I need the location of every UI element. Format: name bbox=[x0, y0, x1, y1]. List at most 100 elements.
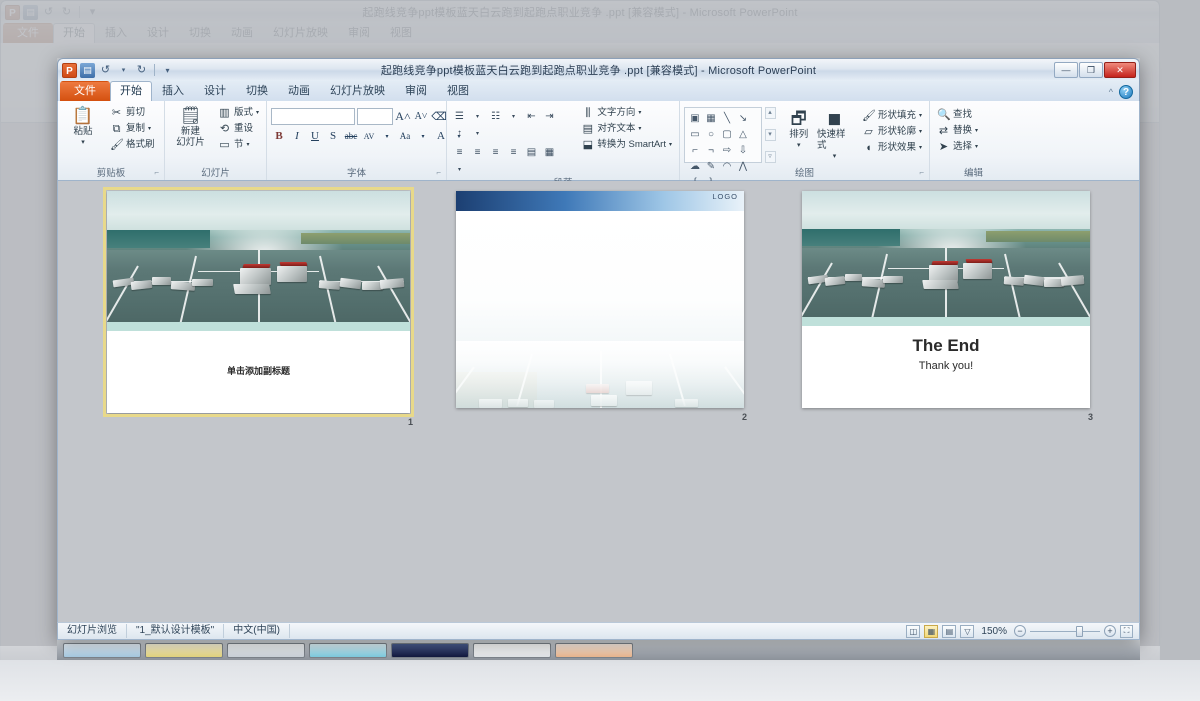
italic-button[interactable]: I bbox=[289, 128, 305, 144]
numbering-button[interactable]: ☷ bbox=[487, 108, 504, 124]
increase-indent-button[interactable]: ⇥ bbox=[541, 108, 558, 124]
zoom-slider-thumb[interactable] bbox=[1076, 625, 1083, 637]
tab-view[interactable]: 视图 bbox=[437, 81, 479, 101]
undo-icon[interactable]: ↺ bbox=[98, 63, 113, 78]
tab-animations[interactable]: 动画 bbox=[278, 81, 320, 101]
rectangle-shape-icon[interactable]: ▭ bbox=[687, 126, 703, 142]
select-button[interactable]: ➤ 选择 ▾ bbox=[934, 139, 981, 154]
shape-effects-button[interactable]: ◖ 形状效果 ▾ bbox=[859, 140, 925, 155]
down-arrow-shape-icon[interactable]: ⇩ bbox=[735, 142, 751, 158]
powerpoint-logo-icon[interactable]: P bbox=[62, 62, 77, 78]
zoom-level[interactable]: 150% bbox=[978, 626, 1010, 637]
align-right-button[interactable]: ≡ bbox=[487, 144, 504, 160]
zoom-in-button[interactable]: + bbox=[1104, 625, 1116, 637]
slide-sorter-workspace[interactable]: 单击添加副标题 1 LOGO 2 The End Thank you! 3 bbox=[57, 181, 1140, 622]
slide-1-frame[interactable]: 单击添加副标题 bbox=[103, 187, 414, 417]
distributed-button[interactable]: ▤ bbox=[523, 144, 540, 160]
justify-button[interactable]: ≡ bbox=[505, 144, 522, 160]
elbow-arrow-icon[interactable]: ¬ bbox=[703, 142, 719, 158]
zoom-out-button[interactable]: − bbox=[1014, 625, 1026, 637]
oval-shape-icon[interactable]: ○ bbox=[703, 126, 719, 142]
columns-dropdown-icon[interactable]: ▾ bbox=[451, 161, 468, 177]
clear-formatting-button[interactable]: ⌫ bbox=[431, 109, 447, 125]
view-slideshow-icon[interactable]: ▽ bbox=[960, 624, 975, 638]
gallery-more-icon[interactable]: ▿ bbox=[764, 151, 776, 163]
gallery-scroll-up-icon[interactable]: ▴ bbox=[764, 107, 776, 119]
arrange-button[interactable]: 🗗 排列 ▾ bbox=[784, 107, 814, 151]
find-button[interactable]: 🔍 查找 bbox=[934, 107, 981, 122]
triangle-shape-icon[interactable]: △ bbox=[735, 126, 751, 142]
shape-outline-button[interactable]: ▱ 形状轮廓 ▾ bbox=[859, 124, 925, 139]
drawing-dialog-launcher[interactable]: ⌐ bbox=[919, 166, 924, 179]
section-button[interactable]: ▭ 节 ▾ bbox=[215, 137, 262, 152]
fit-to-window-button[interactable]: ⛶ bbox=[1120, 624, 1133, 638]
redo-icon[interactable]: ↻ bbox=[134, 63, 149, 78]
desktop-taskbar[interactable] bbox=[57, 640, 1140, 660]
bullets-button[interactable]: ☰ bbox=[451, 108, 468, 124]
slide-thumbnail-1[interactable]: 单击添加副标题 1 bbox=[103, 187, 414, 427]
status-language[interactable]: 中文(中国) bbox=[224, 624, 290, 638]
shrink-font-button[interactable]: A˅ bbox=[413, 109, 429, 125]
status-design-template[interactable]: "1_默认设计模板" bbox=[127, 624, 225, 638]
tab-insert[interactable]: 插入 bbox=[152, 81, 194, 101]
columns-button[interactable]: ▦ bbox=[541, 144, 558, 160]
decrease-indent-button[interactable]: ⇤ bbox=[523, 108, 540, 124]
align-left-button[interactable]: ≡ bbox=[451, 144, 468, 160]
taskbar-item[interactable] bbox=[63, 642, 141, 658]
right-arrow-shape-icon[interactable]: ⇨ bbox=[719, 142, 735, 158]
save-icon[interactable]: ▤ bbox=[80, 62, 95, 78]
cut-button[interactable]: ✂ 剪切 bbox=[107, 105, 158, 120]
taskbar-item[interactable] bbox=[227, 642, 305, 658]
font-dialog-launcher[interactable]: ⌐ bbox=[436, 166, 441, 179]
taskbar-item[interactable] bbox=[309, 642, 387, 658]
tab-transitions[interactable]: 切换 bbox=[236, 81, 278, 101]
gallery-scroll-down-icon[interactable]: ▾ bbox=[764, 129, 776, 141]
status-view-name[interactable]: 幻灯片浏览 bbox=[58, 624, 127, 638]
quick-access-toolbar[interactable]: P ▤ ↺ ▾ ↻ ▾ bbox=[58, 59, 175, 81]
change-case-button[interactable]: Aa bbox=[397, 128, 413, 144]
undo-dropdown-icon[interactable]: ▾ bbox=[116, 63, 131, 78]
line-spacing-dropdown-icon[interactable]: ▾ bbox=[469, 125, 486, 141]
quick-styles-button[interactable]: ◼ 快速样式 ▾ bbox=[817, 107, 852, 162]
vertical-textbox-shape-icon[interactable]: ▦ bbox=[703, 110, 719, 126]
arrow-shape-icon[interactable]: ↘ bbox=[735, 110, 751, 126]
tab-design[interactable]: 设计 bbox=[194, 81, 236, 101]
tab-slideshow[interactable]: 幻灯片放映 bbox=[320, 81, 395, 101]
strikethrough-button[interactable]: abc bbox=[343, 128, 359, 144]
underline-button[interactable]: U bbox=[307, 128, 323, 144]
layout-button[interactable]: ▥ 版式 ▾ bbox=[215, 105, 262, 120]
clipboard-dialog-launcher[interactable]: ⌐ bbox=[154, 166, 159, 179]
character-spacing-button[interactable]: AV bbox=[361, 128, 377, 144]
align-text-button[interactable]: ▤ 对齐文本 ▾ bbox=[578, 121, 675, 136]
view-normal-icon[interactable]: ◫ bbox=[906, 624, 921, 638]
tab-file[interactable]: 文件 bbox=[60, 81, 110, 101]
line-shape-icon[interactable]: ╲ bbox=[719, 110, 735, 126]
taskbar-item[interactable] bbox=[555, 642, 633, 658]
text-shadow-button[interactable]: S bbox=[325, 128, 341, 144]
copy-button[interactable]: ⧉ 复制 ▾ bbox=[107, 121, 158, 136]
taskbar-item[interactable] bbox=[391, 642, 469, 658]
character-spacing-dropdown-icon[interactable]: ▾ bbox=[379, 128, 395, 144]
minimize-button[interactable]: — bbox=[1054, 62, 1078, 78]
slide-thumbnail-3[interactable]: The End Thank you! 3 bbox=[802, 191, 1093, 422]
shape-fill-button[interactable]: 🖌 形状填充 ▾ bbox=[859, 108, 925, 123]
new-slide-button[interactable]: 🗒 新建 幻灯片 bbox=[169, 104, 212, 148]
zoom-slider[interactable] bbox=[1030, 625, 1100, 637]
collapse-ribbon-icon[interactable]: ^ bbox=[1109, 87, 1113, 97]
close-button[interactable]: ✕ bbox=[1104, 62, 1136, 78]
font-name-combo[interactable] bbox=[271, 108, 355, 125]
paste-button[interactable]: 📋 粘贴 ▾ bbox=[62, 104, 104, 148]
help-button[interactable]: ? bbox=[1119, 85, 1133, 99]
taskbar-item[interactable] bbox=[473, 642, 551, 658]
tab-home[interactable]: 开始 bbox=[110, 81, 152, 101]
taskbar-item[interactable] bbox=[145, 642, 223, 658]
grow-font-button[interactable]: A˄ bbox=[395, 109, 411, 125]
view-sorter-icon[interactable]: ▦ bbox=[924, 624, 939, 638]
rounded-rectangle-shape-icon[interactable]: ▢ bbox=[719, 126, 735, 142]
bold-button[interactable]: B bbox=[271, 128, 287, 144]
line-spacing-button[interactable]: ↕ bbox=[451, 125, 468, 141]
tab-review[interactable]: 审阅 bbox=[395, 81, 437, 101]
slide-2-frame[interactable]: LOGO bbox=[456, 191, 744, 408]
restore-button[interactable]: ❐ bbox=[1079, 62, 1103, 78]
align-center-button[interactable]: ≡ bbox=[469, 144, 486, 160]
